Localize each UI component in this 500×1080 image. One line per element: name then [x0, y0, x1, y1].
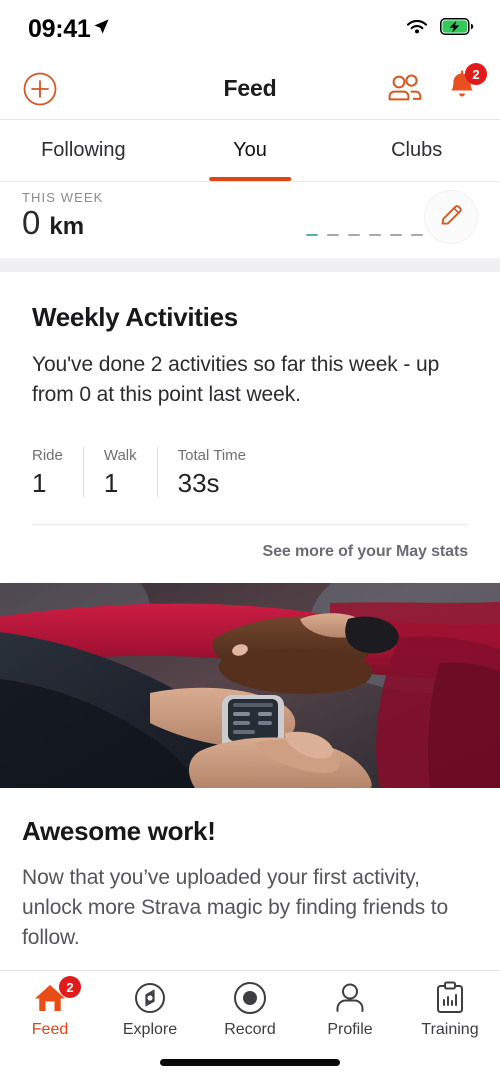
see-more-stats-link[interactable]: See more of your May stats — [32, 525, 469, 583]
location-arrow-icon — [93, 18, 110, 40]
tab-you[interactable]: You — [167, 120, 334, 181]
stat-value: 1 — [32, 467, 47, 498]
weekday-dash — [390, 234, 402, 236]
stat-label: Total Time — [177, 446, 246, 464]
stat-walk: Walk 1 — [82, 446, 157, 498]
edit-goal-button[interactable] — [424, 190, 478, 244]
battery-charging-icon — [440, 18, 474, 40]
promo-card: Awesome work! Now that you’ve uploaded y… — [0, 788, 500, 953]
app-header: Feed 2 — [0, 58, 500, 120]
notification-badge: 2 — [465, 63, 487, 85]
app-screen: 09:41 Feed 2 Following You Clubs THIS WE… — [0, 0, 500, 1080]
weekday-dash — [369, 234, 381, 236]
wifi-icon — [405, 18, 429, 41]
notifications-button[interactable]: 2 — [446, 63, 487, 107]
weekday-dashes — [306, 234, 444, 236]
pencil-icon — [438, 202, 465, 232]
group-people-icon[interactable] — [386, 74, 422, 103]
this-week-distance: 0 km — [22, 206, 103, 239]
clipboard-chart-icon — [434, 979, 466, 1017]
home-icon: 2 — [32, 976, 81, 1017]
weekly-stats-row: Ride 1 Walk 1 Total Time 33s — [32, 446, 468, 498]
this-week-unit: km — [49, 213, 85, 240]
feed-tabs: Following You Clubs — [0, 120, 500, 182]
promo-photo — [0, 583, 500, 789]
nav-label: Explore — [122, 1021, 178, 1038]
weekday-dash — [306, 234, 318, 236]
status-bar-right — [405, 18, 474, 41]
promo-title: Awesome work! — [22, 816, 216, 847]
weekly-card-title: Weekly Activities — [32, 302, 238, 332]
feed-badge: 2 — [59, 976, 81, 998]
person-icon — [333, 979, 367, 1017]
home-indicator — [160, 1059, 340, 1066]
this-week-number: 0 — [22, 204, 41, 241]
compass-icon — [133, 979, 167, 1017]
nav-label: Record — [224, 1021, 276, 1038]
status-bar-left: 09:41 — [28, 15, 110, 44]
nav-label: Feed — [31, 1021, 69, 1038]
nav-item-training[interactable]: Training — [400, 979, 500, 1039]
record-dot-icon — [232, 979, 268, 1017]
weekday-dash — [411, 234, 423, 236]
status-bar: 09:41 — [0, 0, 500, 58]
weekly-activities-card: Weekly Activities You've done 2 activiti… — [0, 272, 500, 584]
stat-ride: Ride 1 — [32, 447, 83, 498]
weekly-card-body: You've done 2 activities so far this wee… — [32, 353, 440, 406]
tab-following[interactable]: Following — [0, 120, 167, 181]
this-week-summary: THIS WEEK 0 km — [0, 182, 500, 258]
nav-label: Profile — [327, 1021, 373, 1038]
promo-body: Now that you’ve uploaded your first acti… — [22, 866, 449, 949]
status-time: 09:41 — [28, 14, 91, 43]
section-divider — [0, 258, 500, 272]
weekday-dash — [348, 234, 360, 236]
nav-item-record[interactable]: Record — [200, 979, 300, 1039]
header-actions: 2 — [386, 63, 487, 107]
nav-label: Training — [421, 1021, 479, 1038]
nav-item-feed[interactable]: 2 Feed — [0, 976, 100, 1039]
stat-total-time: Total Time 33s — [156, 446, 266, 498]
stat-label: Ride — [32, 446, 63, 464]
stat-value: 33s — [177, 467, 220, 498]
tab-clubs[interactable]: Clubs — [333, 120, 500, 181]
nav-item-explore[interactable]: Explore — [100, 979, 200, 1039]
nav-item-profile[interactable]: Profile — [300, 979, 400, 1039]
stat-value: 1 — [103, 467, 119, 498]
this-week-values: THIS WEEK 0 km — [22, 190, 103, 239]
add-activity-button[interactable] — [22, 71, 58, 107]
weekday-dash — [327, 234, 339, 236]
stat-label: Walk — [103, 446, 137, 464]
hands-with-smartwatch-photo — [0, 583, 500, 789]
this-week-label: THIS WEEK — [22, 190, 104, 205]
